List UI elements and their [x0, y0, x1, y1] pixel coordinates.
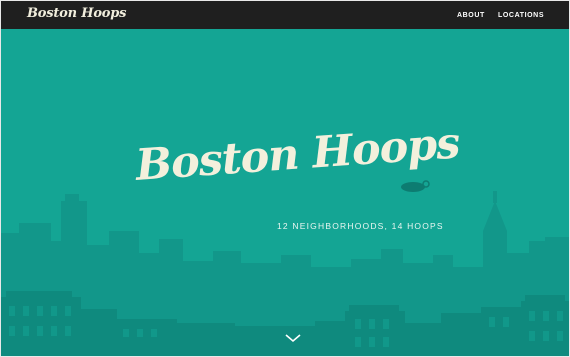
nav-locations-link[interactable]: LOCATIONS: [498, 12, 544, 19]
hero-subtitle: 12 NEIGHBORHOODS, 14 HOOPS: [277, 221, 444, 231]
hoop-shadow-icon: [401, 180, 430, 192]
nav-about-link[interactable]: ABOUT: [457, 12, 485, 19]
page-frame: Boston Hoops ABOUT LOCATIONS Boston Hoop…: [1, 1, 569, 356]
site-logo[interactable]: Boston Hoops: [27, 6, 126, 21]
chevron-down-icon[interactable]: [284, 332, 302, 344]
top-navbar: Boston Hoops ABOUT LOCATIONS: [1, 1, 569, 29]
